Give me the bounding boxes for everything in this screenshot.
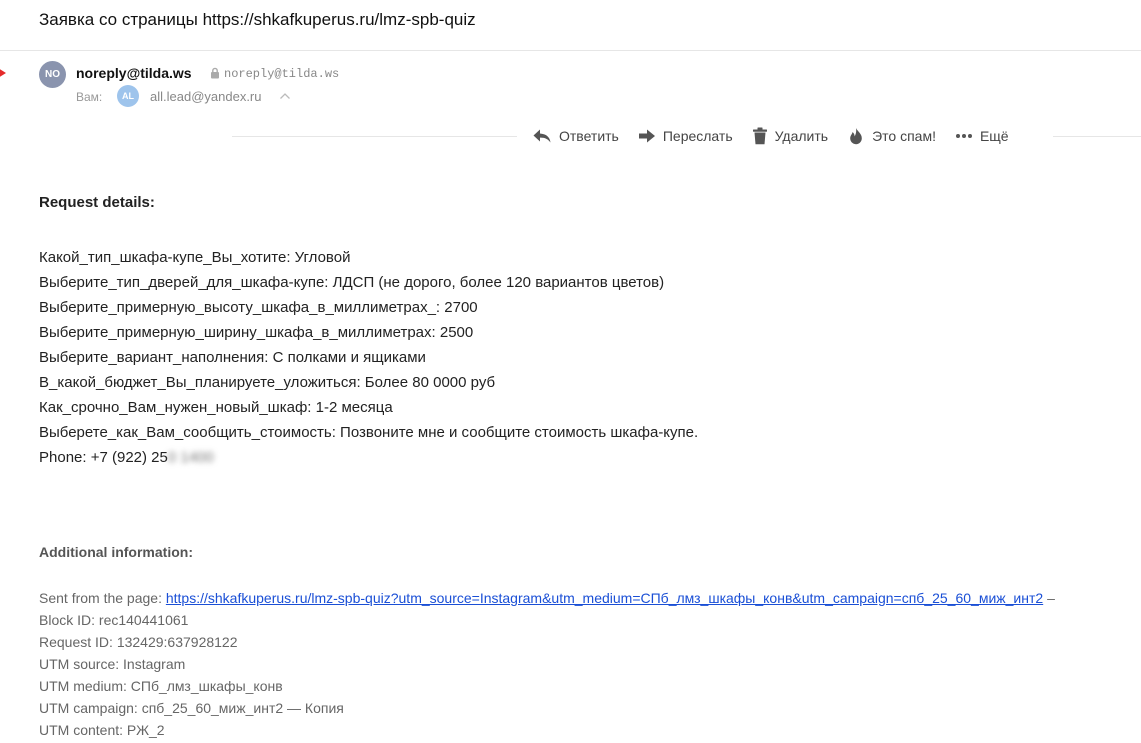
lock-icon bbox=[211, 67, 219, 79]
phone-blurred: 0 1400 bbox=[167, 449, 214, 466]
additional-heading: Additional information: bbox=[39, 544, 193, 560]
trash-icon bbox=[752, 127, 767, 145]
chevron-up-icon[interactable] bbox=[279, 92, 291, 100]
request-field: Как_срочно_Вам_нужен_новый_шкаф: 1-2 мес… bbox=[39, 399, 393, 416]
request-fields: Какой_тип_шкафа-купе_Вы_хотите: Угловой … bbox=[39, 245, 698, 445]
sender-avatar[interactable]: NO bbox=[39, 61, 66, 88]
phone-visible: Phone: +7 (922) 25 bbox=[39, 449, 168, 466]
request-field: Выберите_вариант_наполнения: С полками и… bbox=[39, 349, 426, 366]
sender-address: noreply@tilda.ws bbox=[224, 67, 340, 81]
utm-medium: UTM medium: СПб_лмз_шкафы_конв bbox=[39, 678, 283, 694]
request-field: Выберите_примерную_ширину_шкафа_в_миллим… bbox=[39, 324, 474, 341]
request-details-heading: Request details: bbox=[39, 194, 155, 211]
to-label: Вам: bbox=[76, 90, 103, 104]
sent-from-label: Sent from the page: bbox=[39, 590, 166, 606]
more-dots-icon bbox=[955, 134, 972, 138]
spam-button[interactable]: Это спам! bbox=[847, 127, 936, 145]
subject-divider bbox=[0, 50, 1141, 51]
request-field: Выберите_тип_дверей_для_шкафа-купе: ЛДСП… bbox=[39, 274, 665, 291]
request-field: Выберете_как_Вам_сообщить_стоимость: Поз… bbox=[39, 424, 699, 441]
fire-icon bbox=[850, 128, 862, 145]
forward-arrow-icon bbox=[638, 129, 655, 143]
sent-from-link[interactable]: https://shkafkuperus.ru/lmz-spb-quiz?utm… bbox=[166, 590, 1043, 606]
sent-from-suffix: – bbox=[1043, 590, 1055, 606]
utm-source: UTM source: Instagram bbox=[39, 656, 186, 672]
additional-information: Additional information: Sent from the pa… bbox=[39, 543, 1055, 741]
message-toolbar: Ответить Переслать Удалить Это спам! Ещё bbox=[532, 126, 1009, 146]
reply-icon bbox=[533, 129, 551, 143]
request-field: В_какой_бюджет_Вы_планируете_уложиться: … bbox=[39, 374, 496, 391]
utm-content: UTM content: РЖ_2 bbox=[39, 722, 165, 738]
request-field: Выберите_примерную_высоту_шкафа_в_миллим… bbox=[39, 299, 478, 316]
request-id: Request ID: 132429:637928122 bbox=[39, 634, 238, 650]
delete-button[interactable]: Удалить bbox=[752, 127, 828, 145]
toolbar-divider-right bbox=[1053, 136, 1141, 137]
recipient-avatar[interactable]: AL bbox=[117, 85, 139, 107]
toolbar-divider-left bbox=[232, 136, 517, 137]
recipient-address[interactable]: all.lead@yandex.ru bbox=[150, 89, 261, 104]
email-subject: Заявка со страницы https://shkafkuperus.… bbox=[39, 10, 476, 29]
block-id: Block ID: rec140441061 bbox=[39, 612, 189, 628]
reply-button[interactable]: Ответить bbox=[532, 128, 619, 144]
reply-label: Ответить bbox=[559, 128, 619, 144]
more-label: Ещё bbox=[979, 128, 1009, 144]
phone-line: Phone: +7 (922) 250 1400 bbox=[39, 445, 698, 470]
forward-button[interactable]: Переслать bbox=[638, 128, 733, 144]
forward-label: Переслать bbox=[662, 128, 733, 144]
more-button[interactable]: Ещё bbox=[955, 128, 1009, 144]
sent-from-row: Sent from the page: https://shkafkuperus… bbox=[39, 587, 1055, 609]
spam-label: Это спам! bbox=[872, 128, 936, 144]
delete-label: Удалить bbox=[774, 128, 829, 144]
request-field: Какой_тип_шкафа-купе_Вы_хотите: Угловой bbox=[39, 249, 351, 266]
sender-name[interactable]: noreply@tilda.ws bbox=[76, 65, 192, 81]
utm-campaign: UTM campaign: спб_25_60_миж_инт2 — Копия bbox=[39, 700, 344, 716]
request-details: Request details: Какой_тип_шкафа-купе_Вы… bbox=[39, 193, 698, 470]
